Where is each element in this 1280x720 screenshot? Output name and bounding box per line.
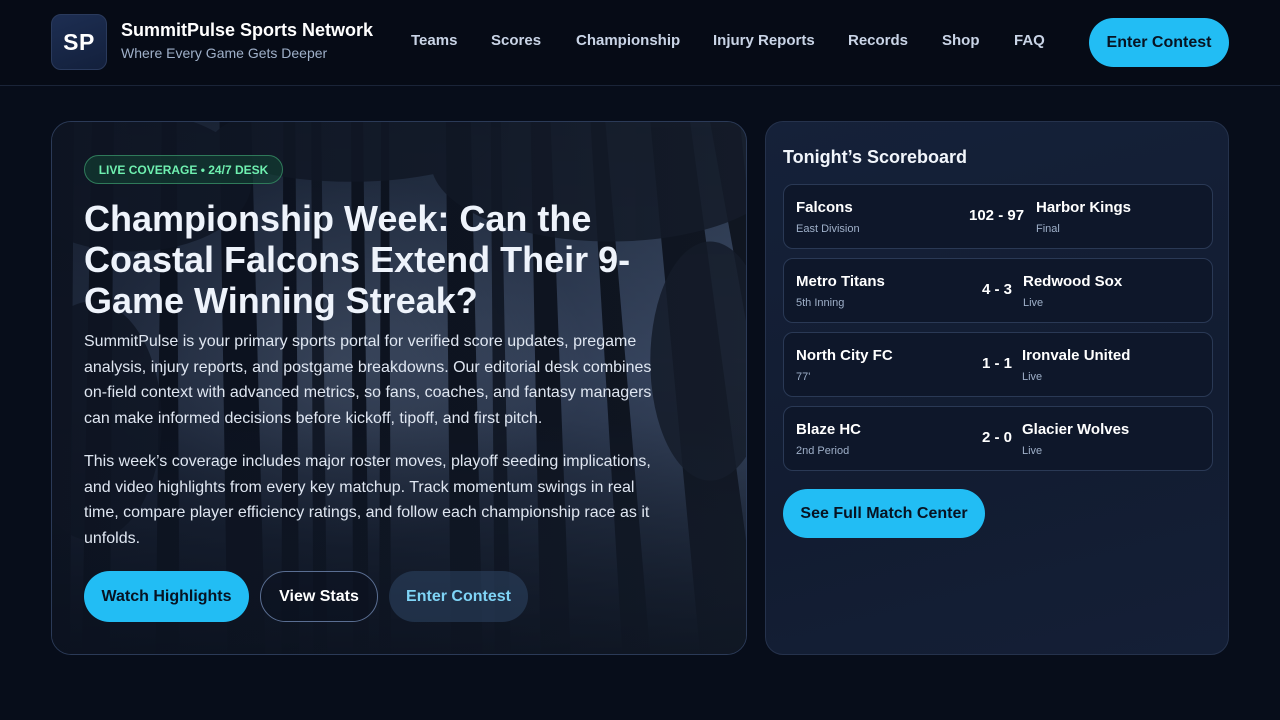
match-score: 4 - 3 [982, 281, 1013, 298]
away-team-name: Glacier Wolves [1022, 421, 1130, 438]
nav-item-shop[interactable]: Shop [942, 32, 980, 49]
home-team-name: Falcons [796, 199, 853, 216]
brand-logo[interactable]: SP [51, 14, 107, 70]
hero-enter-contest-button[interactable]: Enter Contest [389, 571, 528, 622]
brand-tagline: Where Every Game Gets Deeper [121, 45, 328, 61]
home-team-name: Metro Titans [796, 273, 885, 290]
match-card[interactable]: Blaze HC 2nd Period 2 - 0 Glacier Wolves… [783, 406, 1213, 471]
match-score: 2 - 0 [982, 429, 1013, 446]
nav-item-faq[interactable]: FAQ [1014, 32, 1045, 49]
match-card[interactable]: Falcons East Division 102 - 97 Harbor Ki… [783, 184, 1213, 249]
match-status: Live [1022, 445, 1043, 457]
hero-paragraph-intro: SummitPulse is your primary sports porta… [84, 333, 652, 427]
home-team-name: North City FC [796, 347, 893, 364]
enter-contest-button[interactable]: Enter Contest [1089, 18, 1229, 67]
home-team-meta: 77' [796, 371, 811, 383]
home-team-name: Blaze HC [796, 421, 862, 438]
match-card[interactable]: North City FC 77' 1 - 1 Ironvale United … [783, 332, 1213, 397]
full-match-center-button[interactable]: See Full Match Center [783, 489, 985, 538]
nav-item-records[interactable]: Records [848, 32, 908, 49]
nav-item-scores[interactable]: Scores [491, 32, 541, 49]
away-team-name: Redwood Sox [1023, 273, 1123, 290]
match-status: Final [1036, 223, 1060, 235]
match-card[interactable]: Metro Titans 5th Inning 4 - 3 Redwood So… [783, 258, 1213, 323]
nav-item-injury-reports[interactable]: Injury Reports [713, 32, 815, 49]
away-team-name: Ironvale United [1022, 347, 1131, 364]
home-team-meta: 2nd Period [796, 445, 850, 457]
home-team-meta: East Division [796, 223, 860, 235]
match-status: Live [1023, 297, 1044, 309]
match-score: 102 - 97 [969, 207, 1025, 224]
hero-paragraph-coverage: This week’s coverage includes major rost… [84, 453, 651, 547]
brand-name[interactable]: SummitPulse Sports Network [121, 20, 373, 41]
scoreboard-panel: Tonight’s Scoreboard Falcons East Divisi… [765, 121, 1229, 655]
view-stats-button[interactable]: View Stats [260, 571, 378, 622]
nav-item-championship[interactable]: Championship [576, 32, 680, 49]
live-coverage-badge: LIVE COVERAGE • 24/7 DESK [84, 155, 283, 184]
top-navigation-bar: SP SummitPulse Sports Network Where Ever… [0, 0, 1280, 86]
watch-highlights-button[interactable]: Watch Highlights [84, 571, 249, 622]
match-score: 1 - 1 [982, 355, 1013, 372]
scoreboard-title: Tonight’s Scoreboard [783, 147, 968, 167]
hero-card: LIVE COVERAGE • 24/7 DESK Championship W… [51, 121, 747, 655]
home-team-meta: 5th Inning [796, 297, 845, 309]
match-status: Live [1022, 371, 1043, 383]
away-team-name: Harbor Kings [1036, 199, 1132, 216]
nav-item-teams[interactable]: Teams [411, 32, 457, 49]
hero-headline: Championship Week: Can the Coastal Falco… [84, 198, 631, 321]
